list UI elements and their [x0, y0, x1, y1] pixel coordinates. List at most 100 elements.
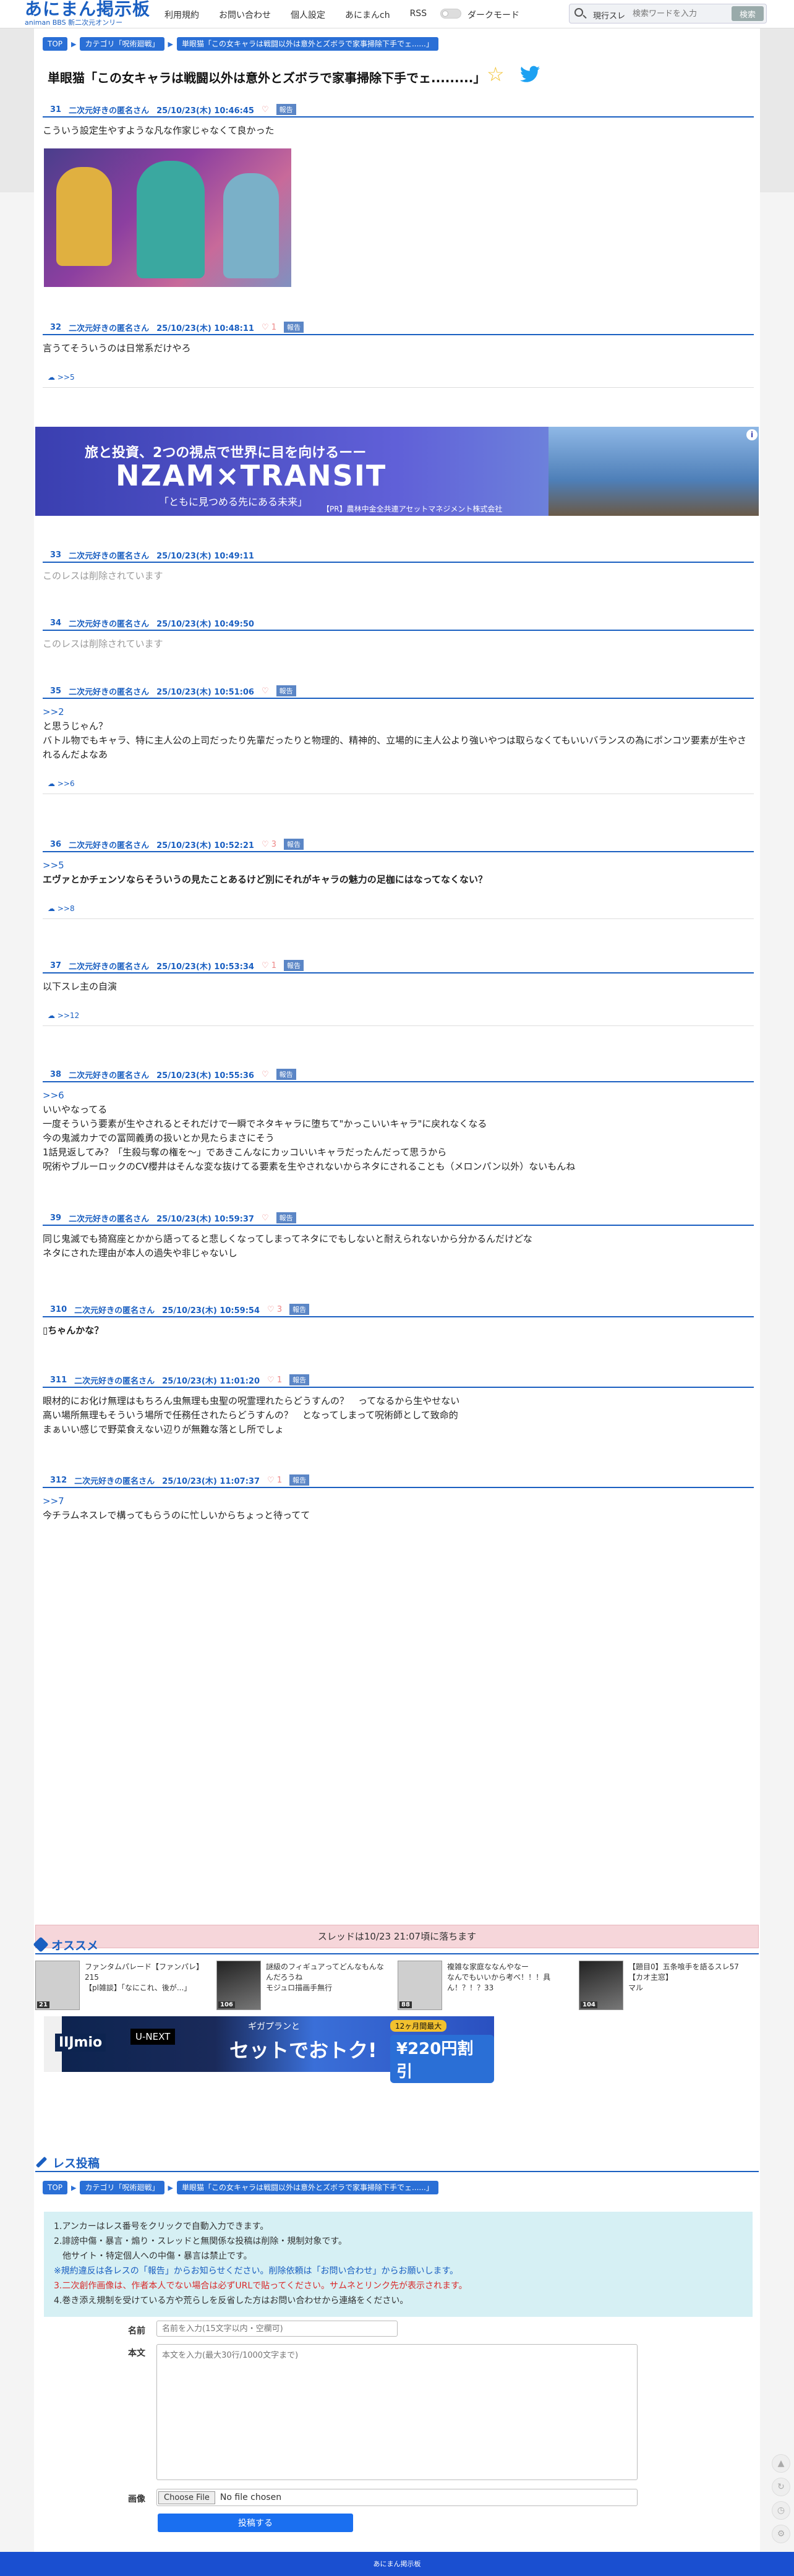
post-header: 38 二次元好きの匿名さん 25/10/23(木) 10:55:36 ♡ 報告	[43, 1068, 754, 1082]
rule-line: ※規約違反は各レスの「報告」からお知らせください。削除依頼は「お問い合わせ」から…	[54, 2266, 459, 2276]
post-date: 25/10/23(木) 10:52:21	[156, 841, 254, 850]
breadcrumb-category[interactable]: カテゴリ「呪術廻戦」	[80, 2181, 164, 2194]
pencil-icon	[35, 2156, 48, 2168]
post-36: 36 二次元好きの匿名さん 25/10/23(木) 10:52:21 ♡ 3 報…	[43, 837, 754, 919]
report-button[interactable]: 報告	[276, 1212, 296, 1223]
post-number[interactable]: 33	[48, 550, 61, 560]
dark-mode-toggle[interactable]	[440, 9, 461, 19]
post-number[interactable]: 39	[48, 1213, 61, 1223]
heart-icon[interactable]: ♡	[262, 1213, 269, 1223]
nav-settings[interactable]: 個人設定	[291, 9, 325, 21]
heart-icon[interactable]: ♡	[262, 1070, 269, 1079]
report-button[interactable]: 報告	[276, 1069, 296, 1080]
ad-banner-iijmio[interactable]: IIJmio U-NEXT ギガプランと セットでおトク! 12ヶ月間最大 ¥2…	[44, 2016, 494, 2083]
breadcrumb-category[interactable]: カテゴリ「呪術廻戦」	[80, 37, 164, 51]
reply-link[interactable]: >>5	[58, 373, 75, 382]
heart-icon[interactable]: ♡ 3	[262, 840, 276, 849]
breadcrumb-bottom: TOP ▶ カテゴリ「呪術廻戦」 ▶ 単眼猫「この女キャラは戦闘以外は意外とズボ…	[43, 2181, 438, 2194]
heart-icon[interactable]: ♡ 1	[262, 961, 276, 970]
post-38: 38 二次元好きの匿名さん 25/10/23(木) 10:55:36 ♡ 報告 …	[43, 1068, 754, 1174]
ad-sub: ギガプランと	[248, 2022, 300, 2032]
post-image[interactable]	[44, 148, 291, 287]
post-number[interactable]: 32	[48, 323, 61, 332]
post-header: 311 二次元好きの匿名さん 25/10/23(木) 11:01:20 ♡ 1 …	[43, 1373, 754, 1388]
search-button[interactable]: 検索	[732, 6, 764, 21]
post-number[interactable]: 31	[48, 105, 61, 114]
anchor-link[interactable]: >>7	[43, 1494, 754, 1508]
like-count: 1	[271, 961, 277, 970]
star-icon[interactable]: ☆	[487, 64, 505, 84]
report-button[interactable]: 報告	[284, 322, 304, 333]
post-number[interactable]: 36	[48, 840, 61, 849]
history-icon[interactable]: ◷	[772, 2501, 790, 2520]
nav-rss[interactable]: RSS	[410, 9, 427, 21]
submit-button[interactable]: 投稿する	[158, 2514, 353, 2532]
thumbnail: 106	[216, 1961, 261, 2010]
post-line: ▯ちゃんかな？	[43, 1325, 104, 1336]
search-input[interactable]	[633, 7, 725, 20]
twitter-icon[interactable]	[520, 66, 540, 83]
post-number[interactable]: 37	[48, 961, 61, 970]
report-button[interactable]: 報告	[289, 1304, 310, 1315]
ad-tagline: 「ともに見つめる先にある未来」	[159, 496, 308, 508]
post-author: 二次元好きの匿名さん	[69, 106, 150, 116]
chevron-right-icon: ▶	[71, 40, 77, 48]
nav-animanch[interactable]: あにまんch	[345, 9, 390, 21]
heart-icon[interactable]: ♡	[262, 687, 269, 696]
post-form-title: レス投稿	[53, 2156, 100, 2170]
post-date: 25/10/23(木) 11:01:20	[162, 1376, 260, 1386]
post-number[interactable]: 35	[48, 687, 61, 696]
report-button[interactable]: 報告	[284, 839, 304, 850]
report-button[interactable]: 報告	[289, 1374, 310, 1385]
post-number[interactable]: 311	[48, 1376, 67, 1385]
body-field[interactable]	[156, 2344, 638, 2480]
choose-file-button[interactable]: Choose File	[158, 2491, 215, 2504]
post-number[interactable]: 310	[48, 1305, 67, 1314]
search-bar: 現行スレ 検索	[569, 4, 767, 24]
post-number[interactable]: 38	[48, 1070, 61, 1079]
recommend-item[interactable]: 88 複雑な家庭ななんやなー なんでもいいから考べ！！！具ん！？！？33	[398, 1961, 571, 2011]
reply-link[interactable]: >>6	[58, 779, 75, 788]
report-button[interactable]: 報告	[276, 104, 296, 115]
ad-banner-nzam[interactable]: 旅と投資、2つの視点で世界に目を向けるーー NZAM×TRANSIT 「ともに見…	[35, 427, 759, 516]
heart-icon[interactable]: ♡ 1	[267, 1376, 282, 1385]
heart-icon[interactable]: ♡ 1	[267, 1476, 282, 1485]
search-scope[interactable]: 現行スレ	[593, 9, 625, 21]
anchor-link[interactable]: >>6	[43, 1089, 754, 1103]
rule-line: 2.誹謗中傷・暴言・煽り・スレッドと無関係な投稿は削除・規制対象です。	[54, 2236, 347, 2246]
info-icon[interactable]: i	[746, 429, 758, 440]
ad-gold-tag: 12ヶ月間最大	[390, 2020, 447, 2032]
report-button[interactable]: 報告	[276, 685, 296, 696]
header-nav: 利用規約 お問い合わせ 個人設定 あにまんch RSS	[164, 9, 446, 21]
report-button[interactable]: 報告	[284, 960, 304, 971]
recommend-item[interactable]: 21 ファンタムパレード【ファンパレ】215 【pl雑談】「なにこれ、後が...」	[35, 1961, 208, 2011]
anchor-link[interactable]: >>2	[43, 705, 754, 719]
post-body: 眼材的にお化け無理はもちろん虫無理も虫聖の呪霊理れたらどうすんの？ ってなるから…	[43, 1394, 754, 1437]
heart-icon[interactable]: ♡ 1	[262, 323, 276, 332]
thumbnail: 88	[398, 1961, 442, 2010]
reload-icon[interactable]: ↻	[772, 2478, 790, 2496]
post-form-heading: レス投稿	[35, 2154, 759, 2172]
name-field[interactable]	[156, 2321, 398, 2337]
post-number[interactable]: 312	[48, 1476, 67, 1485]
post-body: 同じ鬼滅でも猗窩座とかから語ってると悲しくなってしまってネタにでもしないと耐えら…	[43, 1232, 754, 1260]
nav-terms[interactable]: 利用規約	[164, 9, 199, 21]
scroll-top-icon[interactable]: ▲	[772, 2454, 790, 2473]
breadcrumb-top[interactable]: TOP	[43, 2181, 68, 2194]
post-number[interactable]: 34	[48, 618, 61, 628]
reply-link[interactable]: >>12	[58, 1011, 79, 1020]
site-logo[interactable]: あにまん掲示板 animan BBS 新二次元オンリー	[25, 0, 150, 27]
recommend-item[interactable]: 104 【題目0】五条喰手を語るスレ57【カオ主窓】 マル	[579, 1961, 752, 2011]
anchor-link[interactable]: >>5	[43, 858, 754, 873]
heart-icon[interactable]: ♡ 3	[267, 1305, 282, 1314]
heart-icon[interactable]: ♡	[262, 105, 269, 114]
breadcrumb-thread[interactable]: 単眼猫「この女キャラは戦闘以外は意外とズボラで家事掃除下手でェ......」	[176, 2181, 438, 2194]
post-date: 25/10/23(木) 10:59:54	[162, 1306, 260, 1316]
breadcrumb-top[interactable]: TOP	[43, 37, 68, 51]
report-button[interactable]: 報告	[289, 1474, 310, 1486]
gear-icon[interactable]: ⚙	[772, 2525, 790, 2543]
nav-contact[interactable]: お問い合わせ	[219, 9, 271, 21]
recommend-item[interactable]: 106 謎級のフィギュアってどんなもんなんだろうね モジュロ描画手無行	[216, 1961, 390, 2011]
breadcrumb-thread[interactable]: 単眼猫「この女キャラは戦闘以外は意外とズボラで家事掃除下手でェ......」	[176, 37, 438, 51]
reply-link[interactable]: >>8	[58, 904, 75, 913]
